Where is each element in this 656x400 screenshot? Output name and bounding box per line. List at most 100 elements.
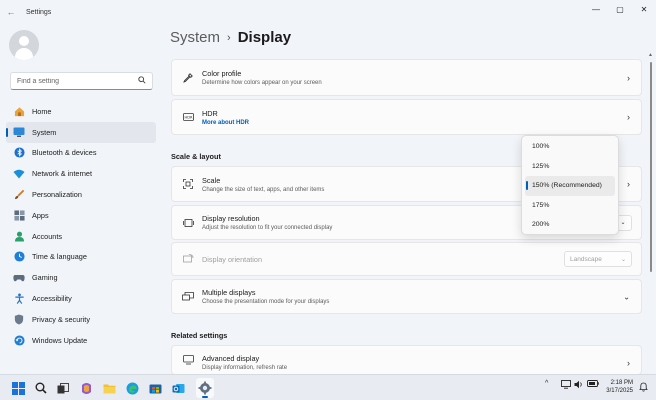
sidebar-item-accounts[interactable]: Accounts: [6, 226, 156, 247]
avatar-head: [19, 36, 29, 46]
multiple-displays-card[interactable]: Multiple displays Choose the presentatio…: [171, 279, 642, 314]
bluetooth-icon: [13, 147, 25, 159]
window-controls: — ▢ ✕: [584, 0, 656, 18]
sidebar-item-privacy[interactable]: Privacy & security: [6, 309, 156, 330]
brush-icon: [13, 189, 25, 201]
setting-title: Color profile: [202, 69, 242, 78]
orientation-dropdown: Landscape ⌄: [564, 251, 632, 267]
color-profile-card[interactable]: Color profile Determine how colors appea…: [171, 59, 642, 96]
scale-option-125[interactable]: 125%: [525, 157, 615, 177]
file-explorer-icon[interactable]: [101, 380, 117, 396]
orientation-value: Landscape: [570, 255, 602, 263]
breadcrumb: System › Display: [170, 29, 291, 46]
advanced-display-card[interactable]: Advanced display Display information, re…: [171, 345, 642, 375]
setting-title: Display orientation: [202, 254, 263, 264]
display-orientation-card: Display orientation Landscape ⌄: [171, 242, 642, 276]
notification-bell-icon[interactable]: [639, 382, 648, 394]
chevron-right-icon: ›: [627, 179, 630, 189]
sidebar-item-label: Apps: [32, 210, 49, 220]
setting-title: Scale: [202, 175, 221, 185]
start-button[interactable]: [10, 380, 26, 396]
sidebar-item-personalization[interactable]: Personalization: [6, 184, 156, 205]
sidebar-item-label: Time & language: [32, 252, 87, 262]
globe-clock-icon: [13, 251, 25, 263]
orientation-icon: [182, 253, 194, 265]
chevron-down-icon[interactable]: ⌄: [623, 292, 630, 301]
setting-description: Determine how colors appear on your scre…: [202, 80, 322, 86]
taskbar-search-icon[interactable]: [33, 380, 49, 396]
sidebar-item-gaming[interactable]: Gaming: [6, 267, 156, 288]
sidebar-item-label: System: [32, 127, 57, 137]
display-tray-icon[interactable]: [561, 380, 571, 391]
sidebar-item-accessibility[interactable]: Accessibility: [6, 288, 156, 309]
sidebar-item-label: Bluetooth & devices: [32, 148, 97, 158]
edge-icon[interactable]: [124, 380, 140, 396]
chevron-right-icon: ›: [627, 358, 630, 368]
taskbar-clock[interactable]: 2:18 PM 3/17/2025: [601, 379, 633, 395]
sidebar-item-time-language[interactable]: Time & language: [6, 247, 156, 268]
avatar-body: [15, 48, 33, 60]
app-title: Settings: [26, 8, 52, 16]
setting-description: Choose the presentation mode for your di…: [202, 299, 330, 305]
tray-overflow-chevron-icon[interactable]: ^: [545, 380, 548, 387]
person-icon: [13, 230, 25, 242]
apps-icon: [13, 209, 25, 221]
wifi-icon: [13, 168, 25, 180]
scale-option-150[interactable]: 150% (Recommended): [525, 176, 615, 196]
breadcrumb-separator: ›: [227, 31, 231, 44]
section-header-related-settings: Related settings: [171, 331, 228, 340]
scale-icon: [182, 178, 194, 190]
sidebar-nav: Home System Bluetooth & devices Network …: [6, 101, 156, 351]
controller-icon: [13, 272, 25, 284]
hdr-card[interactable]: HDR HDR More about HDR ›: [171, 99, 642, 135]
chevron-right-icon: ›: [627, 72, 630, 83]
title-bar: ← Settings — ▢ ✕: [0, 0, 656, 24]
sidebar-item-label: Privacy & security: [32, 314, 90, 324]
shield-icon: [13, 313, 25, 325]
task-view-icon[interactable]: [55, 380, 71, 396]
accessibility-icon: [13, 293, 25, 305]
chevron-down-icon: ⌄: [620, 220, 626, 226]
volume-icon[interactable]: [574, 380, 584, 391]
update-icon: [13, 334, 25, 346]
sidebar-item-windows-update[interactable]: Windows Update: [6, 330, 156, 351]
more-about-hdr-link[interactable]: More about HDR: [202, 120, 249, 126]
outlook-icon[interactable]: [170, 380, 186, 396]
sidebar-item-home[interactable]: Home: [6, 101, 156, 122]
sidebar-item-bluetooth[interactable]: Bluetooth & devices: [6, 143, 156, 164]
store-icon[interactable]: [147, 380, 163, 396]
hdr-icon: HDR: [182, 111, 194, 123]
scale-option-100[interactable]: 100%: [525, 137, 615, 157]
sidebar-item-label: Accounts: [32, 231, 63, 241]
search-box[interactable]: [10, 72, 153, 90]
sidebar-item-apps[interactable]: Apps: [6, 205, 156, 226]
back-button[interactable]: ←: [0, 0, 22, 24]
sidebar-item-label: Network & internet: [32, 169, 93, 179]
sidebar-item-system[interactable]: System: [6, 121, 156, 143]
setting-title: Multiple displays: [202, 288, 256, 297]
sidebar-item-network[interactable]: Network & internet: [6, 163, 156, 184]
scrollbar-thumb[interactable]: [650, 62, 652, 272]
breadcrumb-parent[interactable]: System: [170, 29, 220, 46]
setting-description: Adjust the resolution to fit your connec…: [202, 225, 333, 231]
section-header-scale-layout: Scale & layout: [171, 152, 221, 161]
resolution-icon: [182, 217, 194, 229]
scale-option-200[interactable]: 200%: [525, 215, 615, 235]
page-title: Display: [237, 29, 292, 46]
multiple-displays-icon: [182, 291, 194, 303]
clock-time: 2:18 PM: [610, 380, 633, 386]
setting-title: HDR: [202, 108, 218, 118]
scale-option-175[interactable]: 175%: [525, 196, 615, 216]
user-avatar[interactable]: [9, 30, 39, 60]
setting-title: Display resolution: [202, 214, 260, 223]
minimize-button[interactable]: —: [584, 0, 608, 18]
maximize-button[interactable]: ▢: [608, 0, 632, 18]
settings-taskbar-button[interactable]: [196, 378, 214, 398]
copilot-icon[interactable]: [78, 380, 94, 396]
sidebar-item-label: Gaming: [32, 273, 58, 283]
scroll-up-arrow-icon[interactable]: ▲: [648, 52, 653, 58]
search-input[interactable]: [17, 77, 138, 85]
search-icon[interactable]: [138, 76, 146, 86]
battery-icon[interactable]: [587, 380, 599, 389]
close-button[interactable]: ✕: [632, 0, 656, 18]
